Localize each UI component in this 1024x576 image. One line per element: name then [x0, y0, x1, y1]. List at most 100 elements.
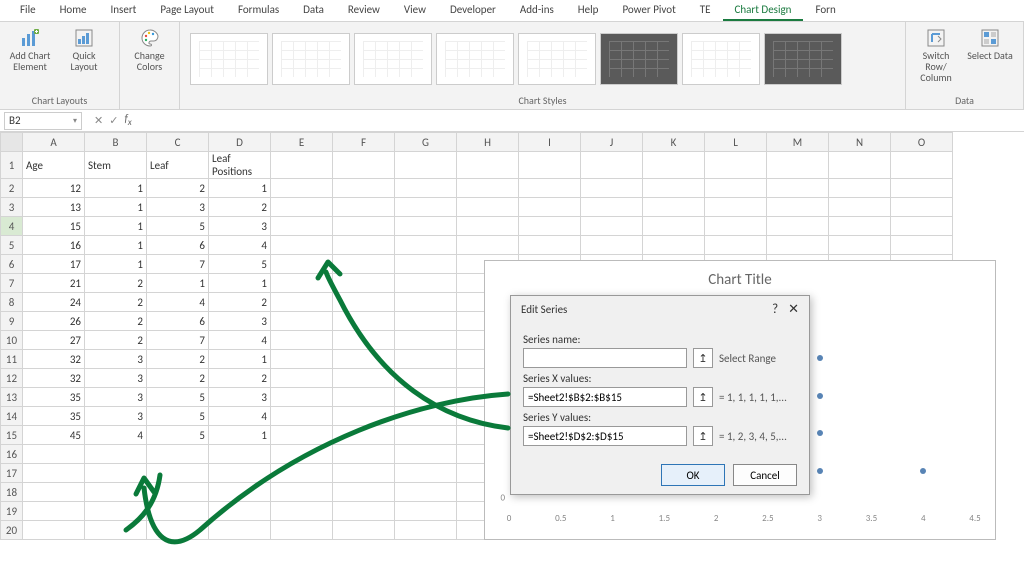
column-header-G[interactable]: G: [395, 133, 457, 152]
cell[interactable]: [829, 198, 891, 217]
cell[interactable]: 4: [147, 293, 209, 312]
ribbon-tab-help[interactable]: Help: [566, 0, 611, 21]
row-header[interactable]: 11: [1, 350, 23, 369]
cell[interactable]: [333, 331, 395, 350]
cell[interactable]: [643, 152, 705, 179]
cell[interactable]: [705, 152, 767, 179]
cell[interactable]: 3: [209, 388, 271, 407]
cell[interactable]: [767, 179, 829, 198]
row-header[interactable]: 2: [1, 179, 23, 198]
cell[interactable]: [209, 483, 271, 502]
cell[interactable]: [271, 179, 333, 198]
cell[interactable]: 7: [147, 255, 209, 274]
column-header-F[interactable]: F: [333, 133, 395, 152]
cell[interactable]: [23, 521, 85, 540]
row-header[interactable]: 20: [1, 521, 23, 540]
cell[interactable]: 12: [23, 179, 85, 198]
cell[interactable]: [333, 217, 395, 236]
cell[interactable]: 1: [85, 198, 147, 217]
ribbon-tab-developer[interactable]: Developer: [438, 0, 508, 21]
cell[interactable]: [767, 217, 829, 236]
cell[interactable]: Leaf: [147, 152, 209, 179]
cell[interactable]: [271, 293, 333, 312]
cell[interactable]: 3: [85, 350, 147, 369]
cell[interactable]: 3: [209, 312, 271, 331]
cell[interactable]: [457, 217, 519, 236]
row-header[interactable]: 4: [1, 217, 23, 236]
cell[interactable]: [767, 198, 829, 217]
cell[interactable]: [271, 236, 333, 255]
cancel-formula-icon[interactable]: ✕: [94, 114, 103, 127]
cell[interactable]: 4: [209, 407, 271, 426]
ribbon-tab-chart-design[interactable]: Chart Design: [723, 0, 804, 21]
cell[interactable]: 2: [85, 274, 147, 293]
cell[interactable]: 3: [85, 407, 147, 426]
cell[interactable]: [209, 445, 271, 464]
cell[interactable]: 2: [209, 198, 271, 217]
cell[interactable]: [271, 464, 333, 483]
cell[interactable]: [271, 388, 333, 407]
cell[interactable]: [85, 445, 147, 464]
row-header[interactable]: 16: [1, 445, 23, 464]
series-y-input[interactable]: [523, 426, 687, 446]
switch-row-column-button[interactable]: Switch Row/ Column: [912, 26, 960, 83]
cell[interactable]: [333, 445, 395, 464]
ribbon-tab-home[interactable]: Home: [48, 0, 99, 21]
cell[interactable]: [395, 312, 457, 331]
cell[interactable]: [333, 483, 395, 502]
help-icon[interactable]: ?: [772, 302, 778, 317]
cell[interactable]: [333, 274, 395, 293]
chart-style-option[interactable]: [518, 33, 596, 85]
cell[interactable]: Stem: [85, 152, 147, 179]
cell[interactable]: [767, 152, 829, 179]
cell[interactable]: [395, 331, 457, 350]
cell[interactable]: [209, 464, 271, 483]
row-header[interactable]: 14: [1, 407, 23, 426]
cell[interactable]: 1: [209, 274, 271, 293]
cell[interactable]: [85, 483, 147, 502]
column-header-A[interactable]: A: [23, 133, 85, 152]
cell[interactable]: 5: [147, 407, 209, 426]
cell[interactable]: [643, 179, 705, 198]
column-header-C[interactable]: C: [147, 133, 209, 152]
cell[interactable]: 1: [209, 350, 271, 369]
cell[interactable]: 5: [147, 426, 209, 445]
chart-style-option[interactable]: [764, 33, 842, 85]
cell[interactable]: [271, 255, 333, 274]
cell[interactable]: 7: [147, 331, 209, 350]
ribbon-tab-page-layout[interactable]: Page Layout: [148, 0, 226, 21]
chart-style-option[interactable]: [272, 33, 350, 85]
cell[interactable]: 32: [23, 350, 85, 369]
cell[interactable]: [643, 236, 705, 255]
column-header-L[interactable]: L: [705, 133, 767, 152]
cell[interactable]: [891, 198, 953, 217]
cell[interactable]: [333, 312, 395, 331]
cell[interactable]: [395, 293, 457, 312]
cell[interactable]: [519, 152, 581, 179]
cell[interactable]: 2: [147, 179, 209, 198]
cell[interactable]: 1: [209, 426, 271, 445]
cell[interactable]: [519, 198, 581, 217]
row-header[interactable]: 5: [1, 236, 23, 255]
cell[interactable]: [333, 179, 395, 198]
cell[interactable]: 4: [85, 426, 147, 445]
row-header[interactable]: 12: [1, 369, 23, 388]
cell[interactable]: [829, 217, 891, 236]
cell[interactable]: [271, 483, 333, 502]
range-picker-button[interactable]: [693, 426, 713, 446]
row-header[interactable]: 1: [1, 152, 23, 179]
cell[interactable]: 5: [209, 255, 271, 274]
column-header-E[interactable]: E: [271, 133, 333, 152]
column-header-O[interactable]: O: [891, 133, 953, 152]
cell[interactable]: [271, 350, 333, 369]
cell[interactable]: [643, 198, 705, 217]
chart-style-option[interactable]: [682, 33, 760, 85]
cell[interactable]: [333, 152, 395, 179]
cell[interactable]: 6: [147, 236, 209, 255]
cell[interactable]: [395, 388, 457, 407]
cell[interactable]: [333, 388, 395, 407]
chart-styles-gallery[interactable]: [186, 26, 899, 92]
cell[interactable]: [23, 483, 85, 502]
cell[interactable]: [457, 179, 519, 198]
row-header[interactable]: 18: [1, 483, 23, 502]
